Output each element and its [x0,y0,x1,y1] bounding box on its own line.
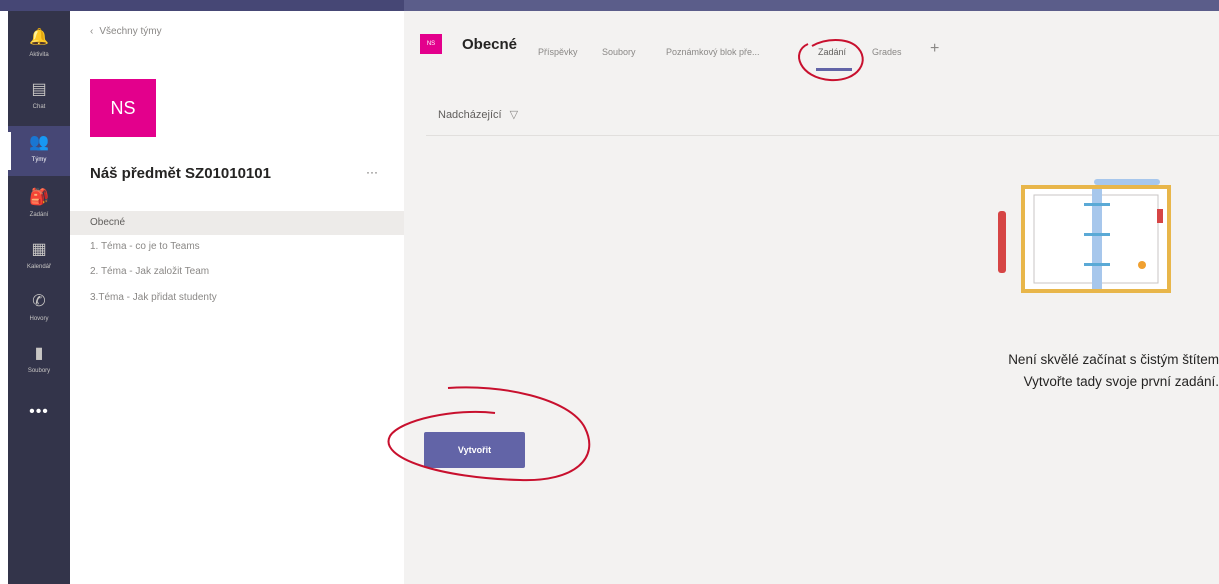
pen-shape [1094,179,1160,185]
channel-avatar: NS [420,34,442,54]
tab-posts[interactable]: Příspěvky [538,47,578,57]
filter-icon: ▽ [509,109,519,121]
rail-item-chat[interactable]: ▤ Chat [8,73,70,123]
channel-title: Obecné [462,36,518,53]
rail-item-calendar[interactable]: ▦ Kalendář [8,233,70,283]
tab-assignments[interactable]: Zadání [818,47,846,57]
empty-state-line-1: Není skvělé začínat s čistým štítem [1008,352,1219,367]
team-avatar: NS [90,79,156,137]
bookmark-shape [1157,209,1163,223]
rail-item-label: Kalendář [26,264,52,270]
empty-planner-illustration [998,179,1171,293]
rail-item-assignments[interactable]: 🎒 Zadání [8,181,70,231]
pencil-shape [998,211,1006,273]
app-top-bar [0,0,1219,11]
assignments-icon: 🎒 [29,189,49,206]
channel-item[interactable]: 2. Téma - Jak založit Team [70,260,404,284]
add-tab-button[interactable]: + [930,40,939,58]
bell-icon: 🔔 [29,29,49,46]
channel-tab-bar: NS Obecné Příspěvky Soubory Poznámkový b… [404,11,1219,71]
rail-item-calls[interactable]: ✆ Hovory [8,285,70,335]
chat-icon: ▤ [31,81,47,98]
rail-item-teams[interactable]: 👥 Týmy [8,126,70,176]
team-name: Náš předmět SZ01010101 [90,165,271,182]
divider [426,135,1219,136]
back-link-label: Všechny týmy [99,26,162,37]
channel-item[interactable]: 1. Téma - co je to Teams [70,235,404,259]
chevron-left-icon: ‹ [90,26,94,37]
create-assignment-button[interactable]: Vytvořit [424,432,525,468]
files-icon: ▮ [34,345,44,362]
phone-icon: ✆ [32,293,46,310]
calendar-icon: ▦ [31,241,47,258]
back-to-all-teams-link[interactable]: ‹ Všechny týmy [90,26,162,37]
tab-notebook[interactable]: Poznámkový blok pře... [666,47,760,57]
channel-content: NS Obecné Příspěvky Soubory Poznámkový b… [404,11,1219,584]
rail-item-label: Soubory [27,368,51,374]
rail-item-label: Týmy [31,157,47,163]
more-apps-button[interactable]: ••• [8,403,70,421]
active-tab-indicator [816,68,852,71]
rail-item-label: Zadání [29,212,49,218]
filter-dropdown[interactable]: Nadcházející ▽ [438,108,518,121]
teams-icon: 👥 [29,134,49,151]
channel-item[interactable]: 3.Téma - Jak přidat studenty [70,286,404,310]
filter-label: Nadcházející [438,109,502,121]
team-sidebar: ‹ Všechny týmy NS Náš předmět SZ01010101 … [70,11,404,584]
rail-item-label: Hovory [29,316,49,322]
channel-item-general[interactable]: Obecné [70,211,404,235]
app-rail: 🔔 Aktivita ▤ Chat 👥 Týmy 🎒 Zadání ▦ Kale… [8,11,70,584]
tab-grades[interactable]: Grades [872,47,902,57]
star-shape [1138,261,1146,269]
app-top-bar-right [404,0,1219,11]
rail-item-activity[interactable]: 🔔 Aktivita [8,21,70,71]
team-more-options-button[interactable]: ··· [366,165,378,179]
tab-files[interactable]: Soubory [602,47,636,57]
rail-item-label: Chat [32,104,46,110]
rail-item-files[interactable]: ▮ Soubory [8,337,70,387]
rail-item-label: Aktivita [29,52,49,58]
empty-state-message: Není skvělé začínat s čistým štítem Vytv… [944,349,1219,393]
empty-state-line-2: Vytvořte tady svoje první zadání. [1023,374,1219,389]
